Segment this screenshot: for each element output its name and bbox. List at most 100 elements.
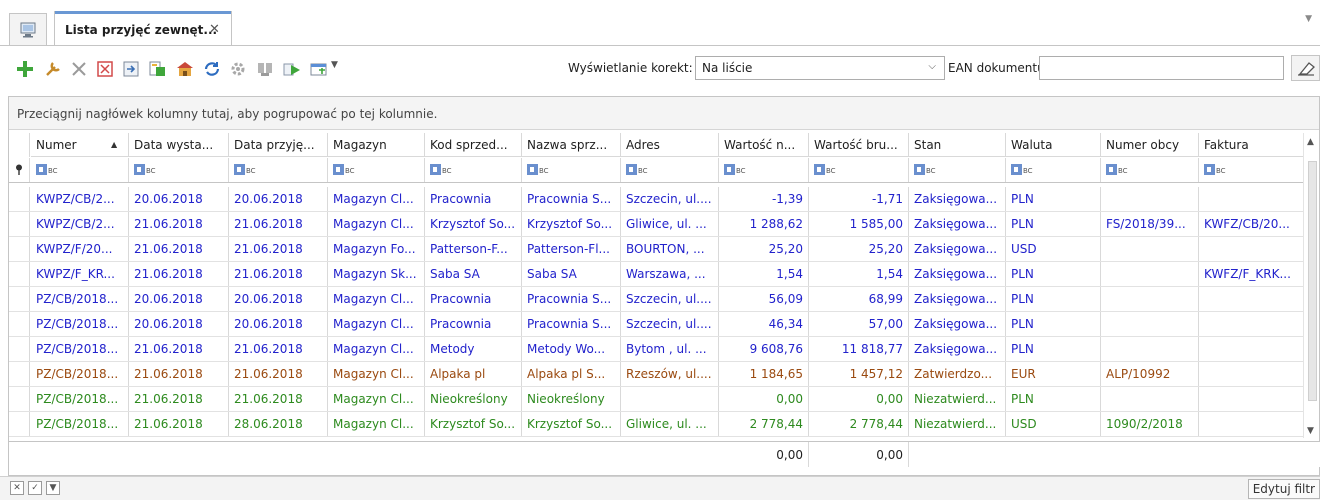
table-row[interactable]: PZ/CB/2018... 20.06.2018 20.06.2018 Magazyn… [9,287,1304,312]
table-cell: 1090/2/2018 [1101,412,1199,436]
row-selector[interactable] [9,287,30,311]
add-icon[interactable] [16,60,34,78]
column-filter-cell[interactable]: BC [425,158,522,182]
column-header[interactable]: Nazwa sprz... [522,133,621,157]
filter-history-dropdown[interactable]: ▼ [46,481,60,495]
text-filter-icon [814,164,825,175]
table-row[interactable]: KWPZ/F_KR... 21.06.2018 21.06.2018 Magazyn … [9,262,1304,287]
column-header[interactable]: Data wysta... [129,133,229,157]
text-filter-label: BC [736,166,746,175]
korekty-select[interactable]: Na liście ⌵ [695,56,945,80]
column-header-label: Waluta [1011,138,1053,152]
vertical-scrollbar[interactable]: ▲ ▼ [1303,133,1319,438]
clear-filter-button[interactable]: ✕ [10,481,24,495]
row-selector[interactable] [9,212,30,236]
table-row[interactable]: PZ/CB/2018... 20.06.2018 20.06.2018 Magazyn… [9,312,1304,337]
edit-filter-button[interactable]: Edytuj filtr [1247,479,1320,499]
grid-options-dropdown-icon[interactable]: ▼ [331,60,338,70]
clear-button[interactable] [1291,55,1320,81]
row-selector[interactable] [9,237,30,261]
table-row[interactable]: PZ/CB/2018... 21.06.2018 21.06.2018 Magazyn… [9,337,1304,362]
column-filter-cell[interactable]: BC [809,158,909,182]
table-cell: Magazyn Cl... [328,337,425,361]
row-selector[interactable] [9,337,30,361]
refresh-icon[interactable] [203,60,221,78]
table-cell: 1,54 [809,262,909,286]
tab-overflow-icon[interactable]: ▼ [1305,14,1312,24]
ean-label: EAN dokumentu: [948,61,1049,75]
column-filter-cell[interactable]: BC [909,158,1006,182]
pin-icon [16,164,22,175]
column-header[interactable]: Wartość bru... [809,133,909,157]
row-selector[interactable] [9,312,30,336]
column-filter-cell[interactable]: BC [129,158,229,182]
scrollbar-thumb[interactable] [1308,161,1317,401]
column-header[interactable]: Waluta [1006,133,1101,157]
column-filter-cell[interactable]: BC [719,158,809,182]
cancel-icon[interactable] [96,60,114,78]
column-filter-cell[interactable]: BC [328,158,425,182]
tab-home[interactable] [9,13,47,46]
text-filter-label: BC [1023,166,1033,175]
column-filter-cell[interactable]: BC [1006,158,1101,182]
column-filter-cell[interactable]: BC [1101,158,1199,182]
column-filter-cell[interactable]: BC [229,158,328,182]
table-cell: Alpaka pl [425,362,522,386]
table-row[interactable]: KWPZ/CB/2... 21.06.2018 21.06.2018 Magazyn … [9,212,1304,237]
korekty-label: Wyświetlanie korekt: [568,61,693,75]
column-header[interactable]: Faktura [1199,133,1304,157]
table-row[interactable]: PZ/CB/2018... 21.06.2018 21.06.2018 Magazyn… [9,387,1304,412]
close-icon[interactable]: ✕ [209,22,220,37]
table-cell: PLN [1006,262,1101,286]
table-cell [1101,287,1199,311]
table-row[interactable]: PZ/CB/2018... 21.06.2018 21.06.2018 Magazyn… [9,362,1304,387]
column-header[interactable]: Adres [621,133,719,157]
delete-icon[interactable] [70,60,88,78]
tab-receipts-list[interactable]: Lista przyjęć zewnęt... ✕ [54,11,232,46]
column-filter-cell[interactable]: BC [31,158,129,182]
column-filter-cell[interactable]: BC [522,158,621,182]
edit-icon[interactable] [44,60,62,78]
row-selector[interactable] [9,187,30,211]
column-header[interactable]: Wartość n... [719,133,809,157]
grid-options-icon[interactable] [310,60,328,78]
korekty-value: Na liście [702,61,753,75]
group-by-area[interactable]: Przeciągnij nagłówek kolumny tutaj, aby … [9,97,1319,130]
column-filter-cell[interactable]: BC [1199,158,1304,182]
run-icon[interactable] [283,60,301,78]
table-cell [1101,312,1199,336]
row-selector[interactable] [9,387,30,411]
column-header[interactable]: Numer ▲ [31,133,129,157]
column-header[interactable]: Magazyn [328,133,425,157]
row-selector[interactable] [9,412,30,436]
document-icon[interactable] [148,60,166,78]
column-header[interactable]: Stan [909,133,1006,157]
table-row[interactable]: PZ/CB/2018... 21.06.2018 28.06.2018 Magazyn… [9,412,1304,437]
table-cell: 68,99 [809,287,909,311]
table-cell: 25,20 [719,237,809,261]
column-header[interactable]: Numer obcy [1101,133,1199,157]
table-cell: 21.06.2018 [229,212,328,236]
column-header[interactable]: Data przyję... [229,133,328,157]
table-cell: Gliwice, ul. ... [621,412,719,436]
documents-grid: Przeciągnij nagłówek kolumny tutaj, aby … [8,96,1320,476]
table-cell: 0,00 [719,387,809,411]
column-header[interactable]: Kod sprzed... [425,133,522,157]
settings-icon[interactable] [229,60,247,78]
export-icon[interactable] [122,60,140,78]
scroll-down-icon[interactable]: ▼ [1307,426,1314,436]
table-cell [1101,337,1199,361]
row-selector[interactable] [9,262,30,286]
table-row[interactable]: KWPZ/F/20... 21.06.2018 21.06.2018 Magazyn … [9,237,1304,262]
filter-enabled-checkbox[interactable]: ✓ [28,481,42,495]
filter-icon[interactable] [256,60,274,78]
table-cell: PLN [1006,312,1101,336]
table-row[interactable]: KWPZ/CB/2... 20.06.2018 20.06.2018 Magazyn … [9,187,1304,212]
scroll-up-icon[interactable]: ▲ [1307,137,1314,147]
ean-input[interactable] [1039,56,1284,80]
column-filter-cell[interactable]: BC [621,158,719,182]
row-selector[interactable] [9,362,30,386]
text-filter-label: BC [638,166,648,175]
column-header-label: Wartość bru... [814,138,898,152]
warehouse-icon[interactable] [176,60,194,78]
